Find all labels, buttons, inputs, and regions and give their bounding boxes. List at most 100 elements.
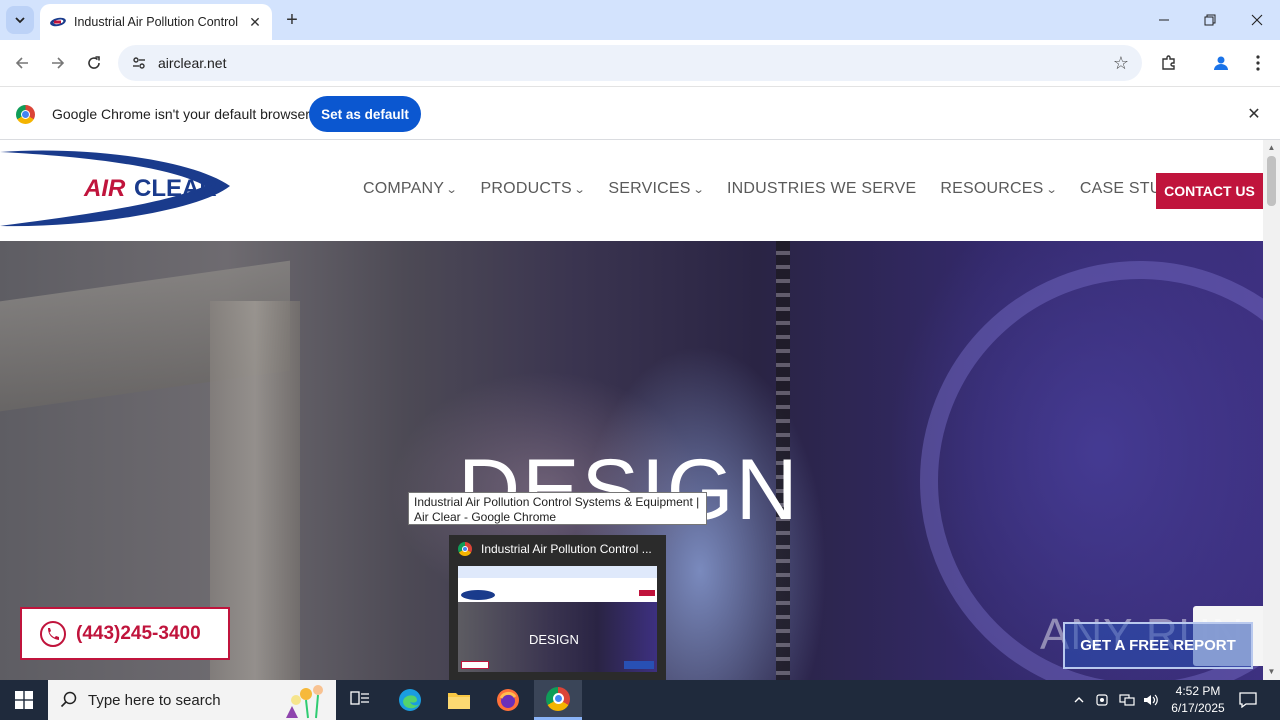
forward-arrow-icon — [52, 57, 65, 69]
edge-icon — [399, 689, 421, 711]
tab-strip: Industrial Air Pollution Control ✕ + — [0, 0, 1280, 40]
new-tab-button[interactable]: + — [281, 9, 303, 31]
restore-button[interactable] — [1187, 0, 1233, 40]
minimize-button[interactable] — [1141, 0, 1187, 40]
menu-button[interactable] — [1244, 49, 1272, 77]
search-placeholder: Type here to search — [88, 691, 221, 709]
infobar-close-icon[interactable]: ✕ — [1244, 104, 1264, 124]
chrome-app[interactable] — [534, 680, 582, 720]
tooltip-line-2: Air Clear - Google Chrome — [414, 510, 557, 524]
profile-button[interactable] — [1207, 49, 1235, 77]
minimize-icon — [1159, 19, 1169, 21]
nav-label: COMPANY — [363, 180, 445, 197]
url-text[interactable]: airclear.net — [158, 55, 1106, 71]
edge-app[interactable] — [386, 680, 434, 720]
taskbar-search[interactable]: Type here to search — [48, 680, 336, 720]
logo-air-text: AIR — [83, 175, 126, 202]
tab-close-icon[interactable]: ✕ — [246, 13, 264, 31]
back-button[interactable] — [8, 49, 36, 77]
windows-taskbar: Type here to search 4:52 PM 6/17/2025 — [0, 680, 1280, 720]
clock-time: 4:52 PM — [1175, 684, 1221, 698]
nav-label: PRODUCTS — [480, 180, 572, 197]
taskbar-clock[interactable]: 4:52 PM 6/17/2025 — [1160, 683, 1236, 717]
tooltip-line-1: Industrial Air Pollution Control Systems… — [414, 495, 700, 509]
windows-logo-icon — [15, 691, 33, 709]
phone-call-button[interactable]: (443)245-3400 — [20, 607, 230, 660]
nav-label: SERVICES — [608, 180, 691, 197]
task-view-button[interactable] — [336, 680, 384, 720]
firefox-icon — [497, 689, 519, 711]
nav-item-company[interactable]: COMPANY ⌄ — [363, 180, 458, 198]
extensions-button[interactable] — [1155, 49, 1183, 77]
preview-title: Industrial Air Pollution Control ... — [481, 542, 652, 556]
preview-logo — [461, 590, 495, 600]
start-button[interactable] — [0, 680, 48, 720]
set-as-default-button[interactable]: Set as default — [309, 96, 421, 132]
address-bar[interactable]: airclear.net ☆ — [118, 45, 1142, 81]
firefox-app[interactable] — [484, 680, 532, 720]
infobar-message: Google Chrome isn't your default browser — [52, 106, 310, 122]
reload-button[interactable] — [80, 49, 108, 77]
tab-search-button[interactable] — [6, 6, 34, 34]
airclear-favicon-icon — [50, 17, 66, 27]
page-scrollbar[interactable]: ▲ ▼ — [1263, 140, 1280, 680]
back-arrow-icon — [15, 57, 28, 69]
profile-icon — [1214, 56, 1228, 70]
site-info-button[interactable] — [128, 52, 150, 74]
scroll-down-icon[interactable]: ▼ — [1267, 667, 1276, 676]
preview-header: Industrial Air Pollution Control ... — [458, 542, 652, 556]
chevron-down-icon — [15, 17, 25, 24]
folder-icon — [448, 693, 470, 709]
close-window-button[interactable] — [1234, 0, 1280, 40]
hero-heading: DESIGN — [458, 442, 800, 538]
browser-tab[interactable]: Industrial Air Pollution Control ✕ — [40, 4, 272, 40]
preview-report — [624, 661, 654, 669]
more-vert-icon — [1256, 55, 1260, 71]
air-clear-logo[interactable]: AIR CLEAR — [0, 148, 232, 228]
tab-title: Industrial Air Pollution Control — [74, 15, 238, 29]
chevron-down-icon: ⌄ — [692, 183, 705, 196]
preview-image: DESIGN — [458, 566, 657, 672]
preview-hero-text: DESIGN — [529, 632, 579, 647]
nav-item-services[interactable]: SERVICES ⌄ — [608, 180, 705, 198]
nav-label: INDUSTRIES WE SERVE — [727, 180, 917, 197]
chrome-logo-icon — [16, 105, 35, 124]
site-header: AIR CLEAR COMPANY ⌄ PRODUCTS ⌄ SERVICES ⌄ I… — [0, 140, 1263, 241]
preview-phone — [461, 661, 489, 669]
taskbar-window-preview[interactable]: Industrial Air Pollution Control ... DES… — [449, 535, 666, 680]
taskbar-tooltip: Industrial Air Pollution Control Systems… — [408, 492, 707, 525]
restore-icon — [1204, 14, 1216, 26]
chrome-logo-icon — [546, 686, 570, 711]
puzzle-icon — [1162, 55, 1175, 70]
chevron-up-icon[interactable] — [1069, 690, 1089, 710]
tune-icon — [133, 57, 145, 69]
bookmark-star-icon[interactable]: ☆ — [1106, 48, 1136, 78]
preview-contact — [639, 590, 655, 596]
clock-date: 6/17/2025 — [1171, 701, 1225, 715]
meet-now-icon[interactable] — [1093, 690, 1113, 710]
chrome-logo-icon — [458, 542, 472, 556]
forward-button[interactable] — [44, 49, 72, 77]
chevron-down-icon: ⌄ — [445, 183, 458, 196]
browser-toolbar: airclear.net ☆ — [0, 40, 1280, 86]
get-free-report-button[interactable]: GET A FREE REPORT — [1063, 622, 1253, 669]
preview-toolbar — [458, 566, 657, 578]
logo-clear-text: CLEAR — [134, 175, 217, 202]
file-explorer-app[interactable] — [435, 680, 483, 720]
volume-icon[interactable] — [1141, 690, 1161, 710]
nav-item-resources[interactable]: RESOURCES ⌄ — [940, 180, 1057, 198]
contact-us-button[interactable]: CONTACT US — [1156, 173, 1263, 209]
flowers-icon — [286, 685, 323, 719]
phone-icon — [40, 620, 66, 647]
network-icon[interactable] — [1117, 690, 1137, 710]
notification-icon — [1239, 692, 1257, 708]
default-browser-infobar: Google Chrome isn't your default browser… — [0, 86, 1280, 140]
phone-number: (443)245-3400 — [76, 622, 201, 644]
notification-center-button[interactable] — [1237, 690, 1259, 710]
scroll-thumb[interactable] — [1267, 156, 1276, 206]
preview-hero: DESIGN — [458, 602, 657, 672]
nav-item-industries[interactable]: INDUSTRIES WE SERVE — [727, 180, 916, 198]
scroll-up-icon[interactable]: ▲ — [1267, 143, 1276, 152]
chevron-down-icon: ⌄ — [573, 183, 586, 196]
nav-item-products[interactable]: PRODUCTS ⌄ — [480, 180, 586, 198]
